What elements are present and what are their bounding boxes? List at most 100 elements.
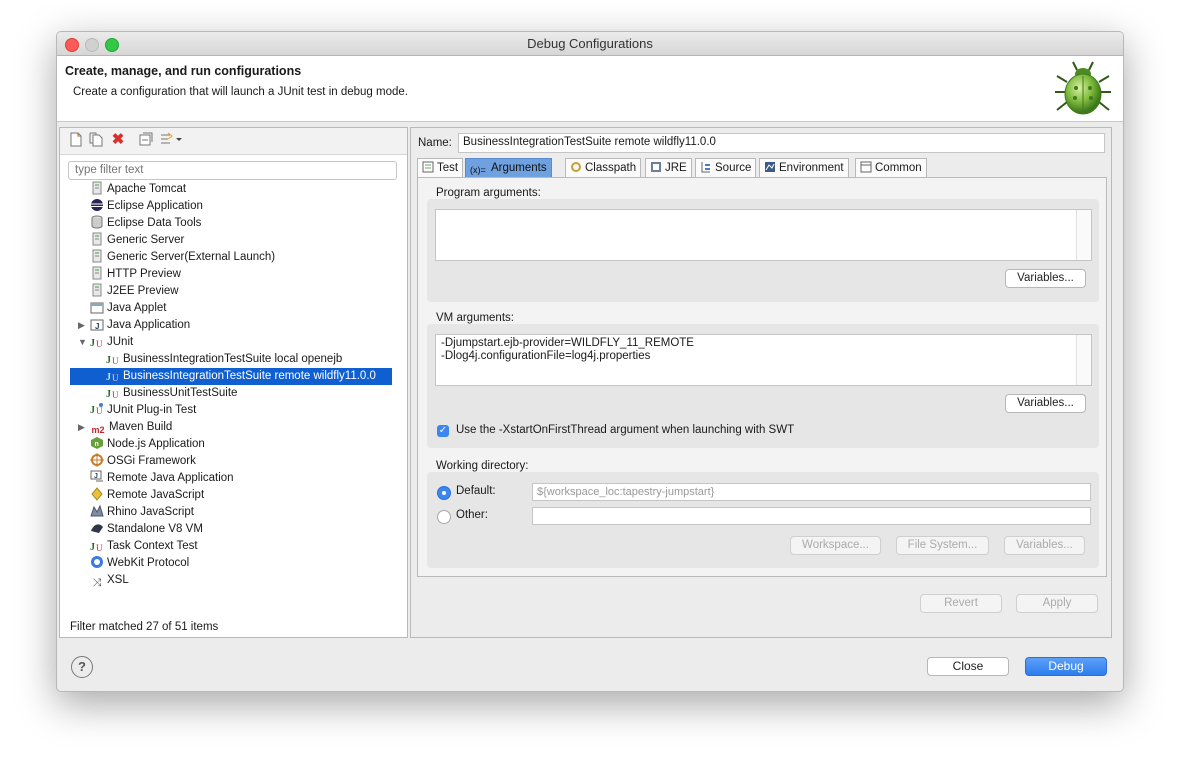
debug-bug-icon (1055, 61, 1111, 115)
svg-text:+: + (77, 134, 81, 140)
tree-item-integration-remote-selected[interactable]: J U BusinessIntegrationTestSuite remote wi… (70, 368, 392, 385)
name-label: Name: (418, 137, 452, 149)
svg-text:U: U (96, 543, 103, 552)
eclipse-icon (90, 198, 104, 212)
default-label: Default: (456, 485, 496, 497)
tree-item-eclipse-data-tools[interactable]: Eclipse Data Tools (90, 215, 201, 232)
environment-tab-icon (764, 161, 776, 173)
tree-item-maven-build[interactable]: ▶ m2 Maven Build (78, 419, 172, 436)
tree-item-java-applet[interactable]: Java Applet (90, 300, 166, 317)
vm-arguments-scrollbar[interactable] (1076, 335, 1091, 385)
svg-text:J: J (106, 372, 111, 382)
tree-item-eclipse-application[interactable]: Eclipse Application (90, 198, 203, 215)
delete-config-icon[interactable]: ✖ (110, 132, 126, 148)
close-button[interactable]: Close (927, 657, 1009, 676)
remote-js-icon (90, 487, 104, 501)
tree-item-apache-tomcat[interactable]: Apache Tomcat (90, 181, 186, 198)
tree-item-junit[interactable]: ▼ J U JUnit (78, 334, 133, 351)
svg-text:J: J (90, 338, 95, 348)
file-system-button[interactable]: File System... (896, 536, 989, 555)
svg-text:J: J (95, 322, 99, 331)
test-tab-icon (422, 161, 434, 173)
svg-text:U: U (96, 339, 103, 348)
configuration-list-pane: + ✖ Apache Tomcat Eclipse Application Ec… (59, 127, 408, 638)
vm-arguments-group: -Djumpstart.ejb-provider=WILDFLY_11_REMO… (427, 324, 1099, 448)
tab-environment[interactable]: Environment (759, 158, 849, 178)
tab-jre[interactable]: JRE (645, 158, 692, 178)
junit-icon: JU (90, 540, 104, 554)
program-variables-button[interactable]: Variables... (1005, 269, 1086, 288)
tree-item-osgi-framework[interactable]: OSGi Framework (90, 453, 196, 470)
other-directory-input[interactable] (532, 507, 1091, 525)
jre-tab-icon (650, 161, 662, 173)
name-input[interactable]: BusinessIntegrationTestSuite remote wild… (458, 133, 1105, 153)
duplicate-config-icon[interactable] (88, 132, 104, 148)
server-icon (90, 249, 104, 263)
tree-item-http-preview[interactable]: HTTP Preview (90, 266, 181, 283)
revert-button[interactable]: Revert (920, 594, 1002, 613)
tab-test[interactable]: Test (417, 158, 464, 178)
collapse-all-icon[interactable] (138, 132, 154, 148)
filter-menu-icon[interactable] (158, 132, 184, 148)
server-icon (90, 283, 104, 297)
tab-arguments[interactable]: (x)= Arguments (465, 158, 552, 178)
tree-item-nodejs-application[interactable]: n Node.js Application (90, 436, 205, 453)
tree-item-junit-plugin-test[interactable]: J U JUnit Plug-in Test (90, 402, 196, 419)
other-radio[interactable] (437, 510, 451, 524)
program-arguments-scrollbar[interactable] (1076, 210, 1091, 260)
header-title: Create, manage, and run configurations (65, 64, 302, 78)
tree-item-remote-java-application[interactable]: J Remote Java Application (90, 470, 234, 487)
default-radio[interactable] (437, 486, 451, 500)
collapse-arrow-icon[interactable]: ▼ (78, 334, 87, 351)
arguments-tab-content: Program arguments: Variables... VM argum… (417, 177, 1107, 577)
tree-item-remote-javascript[interactable]: Remote JavaScript (90, 487, 204, 504)
svg-text:J: J (90, 542, 95, 552)
v8-icon (90, 521, 104, 535)
tab-source[interactable]: Source (695, 158, 757, 178)
help-icon[interactable]: ? (71, 656, 93, 678)
tree-item-java-application[interactable]: ▶ J Java Application (78, 317, 190, 334)
directory-variables-button[interactable]: Variables... (1004, 536, 1085, 555)
configuration-editor-pane: Name: BusinessIntegrationTestSuite remot… (410, 127, 1112, 638)
debug-button[interactable]: Debug (1025, 657, 1107, 676)
svg-text:J: J (106, 355, 111, 365)
title-bar[interactable]: Debug Configurations (57, 32, 1123, 56)
tree-item-generic-server-external[interactable]: Generic Server(External Launch) (90, 249, 275, 266)
tree-item-unit-suite[interactable]: J U BusinessUnitTestSuite (106, 385, 237, 402)
debug-configurations-window: Debug Configurations Create, manage, and… (56, 31, 1124, 692)
vm-variables-button[interactable]: Variables... (1005, 394, 1086, 413)
default-directory-input: ${workspace_loc:tapestry-jumpstart} (532, 483, 1091, 501)
program-arguments-group: Variables... (427, 199, 1099, 302)
tree-item-rhino-javascript[interactable]: Rhino JavaScript (90, 504, 194, 521)
junit-icon: JU (106, 353, 120, 367)
tree-item-generic-server[interactable]: Generic Server (90, 232, 184, 249)
server-icon (90, 266, 104, 280)
new-config-icon[interactable]: + (68, 132, 84, 148)
tree-item-standalone-v8[interactable]: Standalone V8 VM (90, 521, 203, 538)
junit-icon: JU (106, 387, 120, 401)
classpath-tab-icon (570, 161, 582, 173)
tree-item-integration-local[interactable]: J U BusinessIntegrationTestSuite local ope… (106, 351, 342, 368)
tree-item-j2ee-preview[interactable]: J2EE Preview (90, 283, 179, 300)
junit-plugin-icon: JU (90, 402, 104, 416)
program-arguments-textarea[interactable] (435, 209, 1092, 261)
maven-icon: m2 (91, 425, 105, 435)
tree-item-task-context-test[interactable]: J U Task Context Test (90, 538, 198, 555)
tree-item-xsl[interactable]: ⤨ XSL (90, 572, 129, 589)
tab-common[interactable]: Common (855, 158, 927, 178)
tree-item-webkit-protocol[interactable]: WebKit Protocol (90, 555, 189, 572)
workspace-button[interactable]: Workspace... (790, 536, 881, 555)
xsl-icon: ⤨ (92, 577, 102, 589)
xstart-checkbox[interactable]: ✓ (437, 425, 449, 437)
nodejs-icon: n (90, 436, 104, 450)
filter-input-box[interactable] (68, 161, 397, 180)
apply-button[interactable]: Apply (1016, 594, 1098, 613)
filter-input[interactable] (75, 162, 385, 178)
expand-arrow-icon[interactable]: ▶ (78, 317, 85, 334)
tab-classpath[interactable]: Classpath (565, 158, 642, 178)
expand-arrow-icon[interactable]: ▶ (78, 419, 85, 436)
svg-text:n: n (95, 441, 99, 448)
vm-arguments-textarea[interactable]: -Djumpstart.ejb-provider=WILDFLY_11_REMO… (435, 334, 1092, 386)
xstart-label: Use the -XstartOnFirstThread argument wh… (456, 424, 795, 436)
working-directory-label: Working directory: (436, 460, 529, 472)
